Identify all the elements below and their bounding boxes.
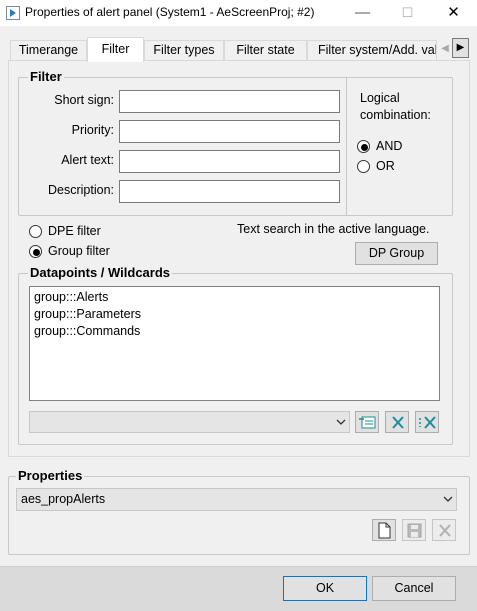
alert-text-input[interactable]	[119, 150, 340, 173]
datapoints-list[interactable]: group:::Alerts group:::Parameters group:…	[29, 286, 440, 401]
remove-datapoint-button[interactable]	[385, 411, 409, 433]
cancel-button[interactable]: Cancel	[372, 576, 456, 601]
window-title: Properties of alert panel (System1 - AeS…	[25, 5, 315, 19]
alert-text-label: Alert text:	[61, 153, 114, 167]
chevron-down-icon	[336, 419, 346, 425]
properties-combo-value: aes_propAlerts	[21, 492, 106, 506]
tab-label: Filter	[101, 42, 130, 56]
list-item[interactable]: group:::Commands	[34, 323, 140, 340]
datapoint-combo[interactable]	[29, 411, 350, 433]
group-filter-radio[interactable]	[29, 245, 42, 258]
new-file-icon	[378, 522, 391, 539]
title-bar: Properties of alert panel (System1 - AeS…	[0, 0, 477, 26]
add-datapoint-button[interactable]	[355, 411, 379, 433]
dpe-filter-radio[interactable]	[29, 225, 42, 238]
dpe-filter-label: DPE filter	[48, 224, 101, 238]
tab-scroll-left-icon[interactable]: ◀	[439, 40, 451, 58]
tab-label: Filter system/Add. valu	[318, 43, 437, 57]
delete-all-icon	[419, 416, 436, 429]
tab-scroll-right-icon[interactable]: ▶	[452, 38, 469, 58]
or-radio-label: OR	[376, 159, 395, 173]
short-sign-input[interactable]	[119, 90, 340, 113]
properties-combo[interactable]: aes_propAlerts	[16, 488, 457, 511]
save-icon	[407, 523, 422, 538]
description-input[interactable]	[119, 180, 340, 203]
close-button[interactable]: ✕	[437, 0, 470, 26]
filter-group-divider	[346, 77, 347, 216]
minimize-button[interactable]: —	[346, 0, 379, 26]
and-radio-label: AND	[376, 139, 403, 153]
list-item[interactable]: group:::Alerts	[34, 289, 108, 306]
save-properties-button[interactable]	[402, 519, 426, 541]
group-filter-label: Group filter	[48, 244, 110, 258]
maximize-button[interactable]: ☐	[391, 0, 424, 26]
tab-filter-system[interactable]: Filter system/Add. valu	[307, 40, 437, 60]
tab-label: Timerange	[18, 43, 79, 57]
ok-button[interactable]: OK	[283, 576, 367, 601]
app-icon	[6, 6, 20, 20]
short-sign-label: Short sign:	[54, 93, 114, 107]
list-item[interactable]: group:::Parameters	[34, 306, 141, 323]
description-label: Description:	[48, 183, 114, 197]
datapoints-group-title: Datapoints / Wildcards	[28, 265, 173, 280]
delete-properties-button[interactable]	[432, 519, 456, 541]
or-radio[interactable]	[357, 160, 370, 173]
chevron-down-icon	[443, 496, 453, 502]
new-properties-button[interactable]	[372, 519, 396, 541]
priority-label: Priority:	[71, 123, 114, 137]
tab-label: Filter types	[153, 43, 215, 57]
tab-label: Filter state	[236, 43, 295, 57]
tab-timerange[interactable]: Timerange	[10, 40, 87, 60]
remove-all-datapoints-button[interactable]	[415, 411, 439, 433]
tab-filter-state[interactable]: Filter state	[224, 40, 307, 60]
properties-group-title: Properties	[16, 468, 85, 483]
tab-filter[interactable]: Filter	[87, 37, 144, 62]
combination-label: combination:	[360, 108, 431, 122]
priority-input[interactable]	[119, 120, 340, 143]
delete-icon	[392, 416, 404, 429]
add-list-icon	[359, 416, 376, 429]
and-radio[interactable]	[357, 140, 370, 153]
dp-group-button[interactable]: DP Group	[355, 242, 438, 265]
search-note: Text search in the active language.	[237, 222, 430, 236]
logical-label: Logical	[360, 91, 400, 105]
delete-icon	[439, 524, 451, 537]
filter-group-title: Filter	[28, 69, 64, 84]
tab-filter-types[interactable]: Filter types	[144, 40, 224, 60]
